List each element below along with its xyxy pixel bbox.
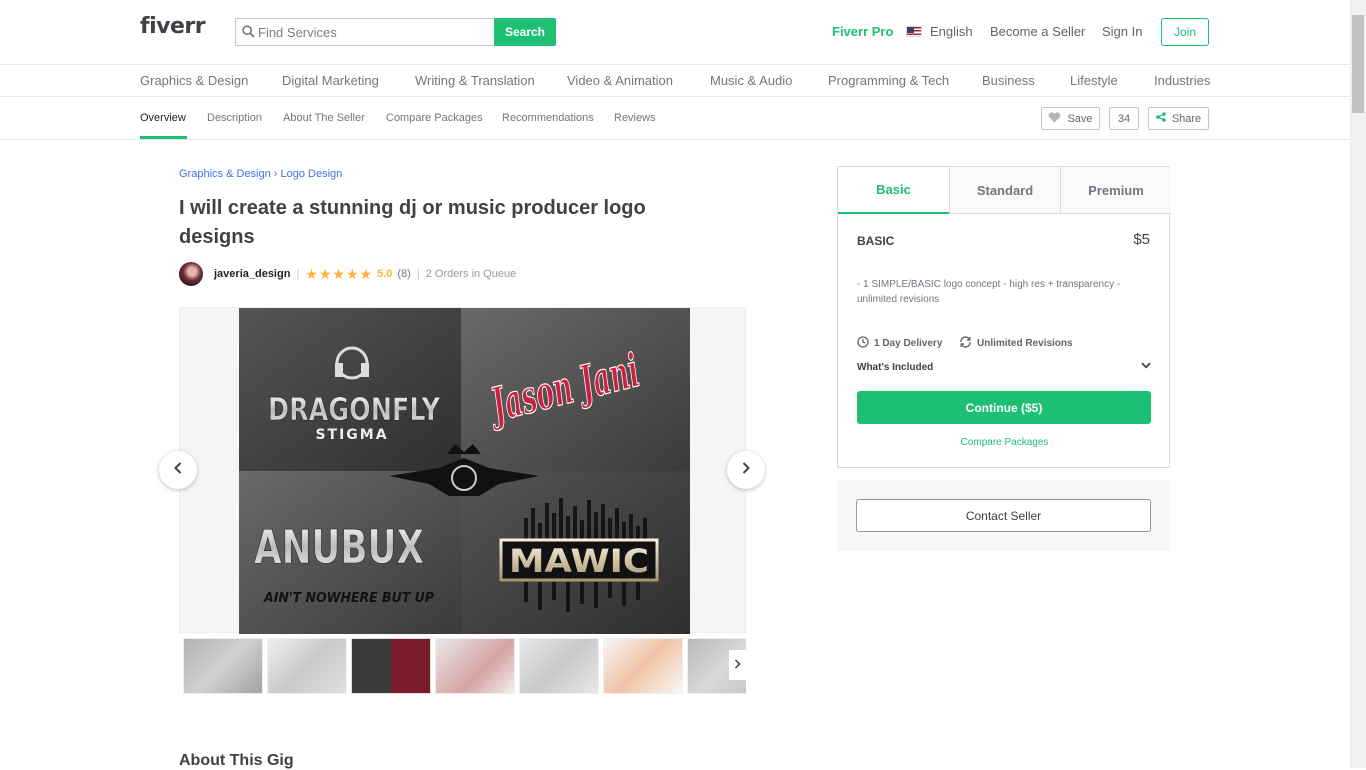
chevron-down-icon [1141, 361, 1151, 372]
package-name: BASIC [857, 234, 895, 248]
package-tab-basic[interactable]: Basic [838, 167, 949, 214]
chevron-left-icon [173, 461, 183, 480]
logo-tagline: AIN'T NOWHERE BUT UP [263, 591, 434, 606]
category-nav: Graphics & Design Digital Marketing Writ… [0, 65, 1350, 97]
rating-count[interactable]: (8) [397, 268, 410, 280]
search-input[interactable] [258, 19, 493, 45]
delivery-time: 1 Day Delivery [857, 336, 942, 351]
star-icon: ★ [318, 265, 332, 282]
breadcrumb: Graphics & Design › Logo Design [179, 168, 342, 180]
category-industries[interactable]: Industries [1154, 73, 1210, 88]
category-lifestyle[interactable]: Lifestyle [1070, 73, 1118, 88]
compare-packages-link[interactable]: Compare Packages [838, 437, 1171, 448]
save-button[interactable]: Save [1041, 107, 1100, 130]
tab-reviews[interactable]: Reviews [614, 112, 656, 124]
tab-recommendations[interactable]: Recommendations [502, 112, 594, 124]
whats-included-label: What's Included [857, 362, 934, 373]
page-scrollbar[interactable] [1350, 0, 1366, 768]
gallery-thumbnail[interactable] [183, 638, 263, 694]
chevron-right-icon [741, 461, 751, 480]
package-box: Basic Standard Premium BASIC $5 - 1 SIMP… [837, 166, 1171, 468]
gallery-main-image[interactable]: DRAGONFLY STIGMA Jason Jani ANUBUX AIN'T… [239, 308, 690, 634]
refresh-icon [959, 336, 972, 351]
star-icon: ★ [345, 265, 359, 282]
share-icon [1156, 112, 1166, 125]
search-icon [242, 25, 255, 43]
sign-in-link[interactable]: Sign In [1102, 24, 1142, 39]
tab-compare-packages[interactable]: Compare Packages [386, 112, 483, 124]
gallery-thumbnail[interactable] [603, 638, 683, 694]
seller-overview: javeria_design | ★ ★ ★ ★ ★ 5.0 (8) | 2 O… [179, 262, 516, 286]
rating-stars: ★ ★ ★ ★ ★ [305, 266, 373, 283]
rating-score: 5.0 [377, 268, 393, 280]
contact-seller-button[interactable]: Contact Seller [856, 499, 1151, 532]
category-programming-tech[interactable]: Programming & Tech [828, 73, 949, 88]
category-business[interactable]: Business [982, 73, 1035, 88]
divider: | [416, 268, 420, 280]
revisions-label: Unlimited Revisions [977, 338, 1073, 349]
divider: | [296, 268, 300, 280]
about-gig-heading: About This Gig [179, 752, 294, 769]
tab-about-seller[interactable]: About The Seller [283, 112, 365, 124]
breadcrumb-category[interactable]: Graphics & Design [179, 168, 271, 180]
tab-description[interactable]: Description [207, 112, 262, 124]
save-label: Save [1067, 112, 1093, 125]
contact-seller-panel: Contact Seller [837, 480, 1170, 551]
active-tab-indicator [140, 136, 187, 139]
gallery-prev-button[interactable] [159, 451, 197, 489]
language-selector[interactable]: English [906, 24, 973, 39]
logo-anubux: ANUBUX [254, 520, 424, 574]
package-tab-standard[interactable]: Standard [949, 167, 1060, 214]
star-icon: ★ [332, 265, 345, 282]
scrollbar-thumb[interactable] [1352, 15, 1364, 113]
search-button[interactable]: Search [494, 18, 556, 46]
gallery-thumbnail[interactable] [267, 638, 347, 694]
category-writing-translation[interactable]: Writing & Translation [415, 73, 535, 88]
whats-included-toggle[interactable]: What's Included [857, 362, 1151, 373]
thumbnails-next-button[interactable] [729, 650, 746, 680]
category-music-audio[interactable]: Music & Audio [710, 73, 792, 88]
delivery-label: 1 Day Delivery [874, 338, 943, 349]
gallery-thumbnail-active[interactable] [351, 638, 431, 694]
us-flag-icon [906, 26, 922, 37]
tab-overview[interactable]: Overview [140, 112, 186, 124]
gallery-thumbnails [179, 636, 746, 694]
seller-name[interactable]: javeria_design [214, 268, 290, 280]
continue-button[interactable]: Continue ($5) [857, 391, 1151, 424]
site-header: fiverr Search Fiverr Pro English Become … [0, 0, 1350, 65]
chevron-right-icon [734, 656, 741, 674]
clock-icon [857, 336, 869, 351]
heart-icon [1048, 111, 1061, 126]
breadcrumb-separator: › [273, 168, 278, 180]
revisions: Unlimited Revisions [959, 336, 1073, 351]
logo-dragonfly: DRAGONFLY [268, 392, 440, 428]
share-button[interactable]: Share [1148, 107, 1209, 130]
fiverr-pro-link[interactable]: Fiverr Pro [832, 24, 893, 39]
package-price: $5 [1133, 231, 1150, 248]
package-tab-premium[interactable]: Premium [1060, 167, 1171, 214]
package-description: - 1 SIMPLE/BASIC logo concept - high res… [857, 279, 1121, 305]
search-box: Search [235, 18, 556, 46]
logo-stigma: STIGMA [315, 427, 388, 443]
seller-avatar[interactable] [179, 262, 203, 286]
gallery-thumbnail[interactable] [519, 638, 599, 694]
gallery-next-button[interactable] [727, 451, 765, 489]
save-count: 34 [1109, 107, 1139, 130]
star-icon: ★ [359, 265, 373, 282]
gig-gallery: DRAGONFLY STIGMA Jason Jani ANUBUX AIN'T… [179, 307, 746, 634]
become-seller-link[interactable]: Become a Seller [990, 24, 1085, 39]
category-digital-marketing[interactable]: Digital Marketing [282, 73, 379, 88]
language-label: English [930, 24, 973, 39]
gig-title: I will create a stunning dj or music pro… [179, 197, 646, 248]
breadcrumb-subcategory[interactable]: Logo Design [281, 168, 343, 180]
join-button[interactable]: Join [1161, 18, 1209, 46]
logo-mawic: MAWIC [509, 542, 649, 580]
orders-in-queue: 2 Orders in Queue [425, 268, 517, 280]
star-icon: ★ [305, 265, 318, 282]
gallery-thumbnail[interactable] [435, 638, 515, 694]
category-video-animation[interactable]: Video & Animation [567, 73, 673, 88]
category-graphics-design[interactable]: Graphics & Design [140, 73, 248, 88]
fiverr-logo[interactable]: fiverr [140, 14, 206, 39]
share-label: Share [1171, 112, 1202, 125]
